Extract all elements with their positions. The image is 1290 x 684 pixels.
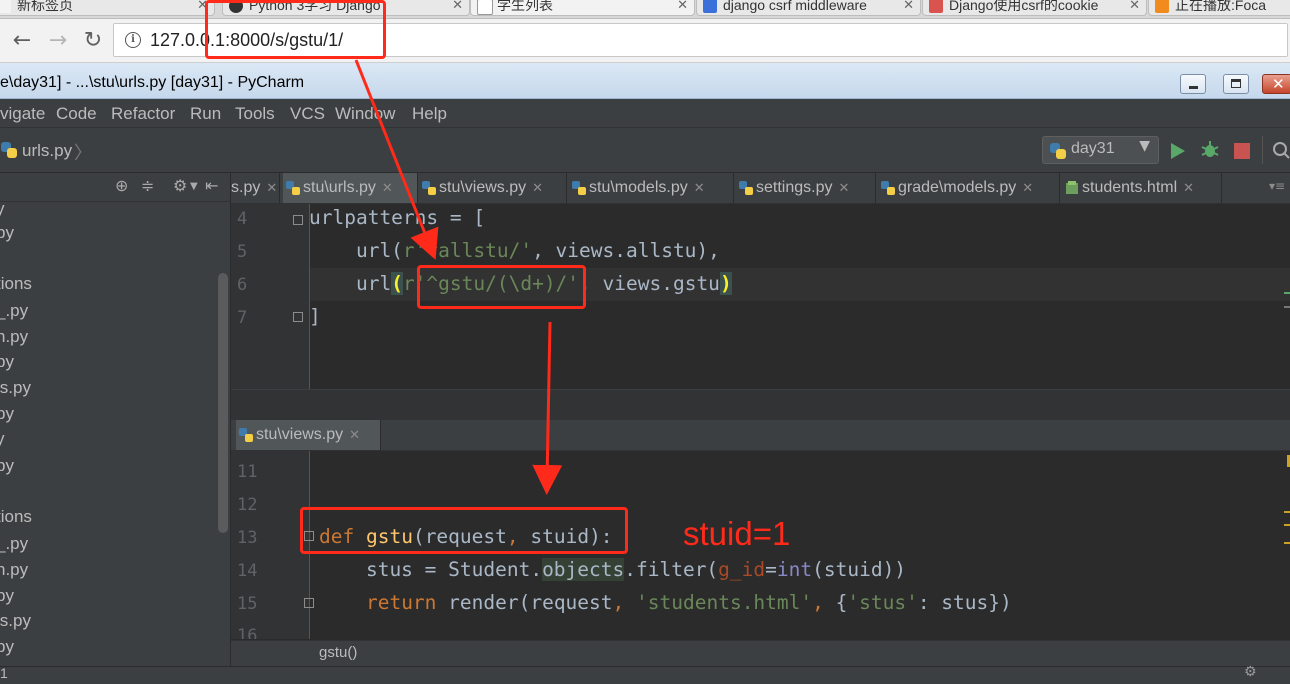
- arrow-regex-to-function: [532, 321, 563, 495]
- annotation-arrows: [354, 59, 563, 495]
- arrow-url-to-regex: [354, 59, 439, 260]
- annotation-label: stuid=1: [683, 515, 791, 552]
